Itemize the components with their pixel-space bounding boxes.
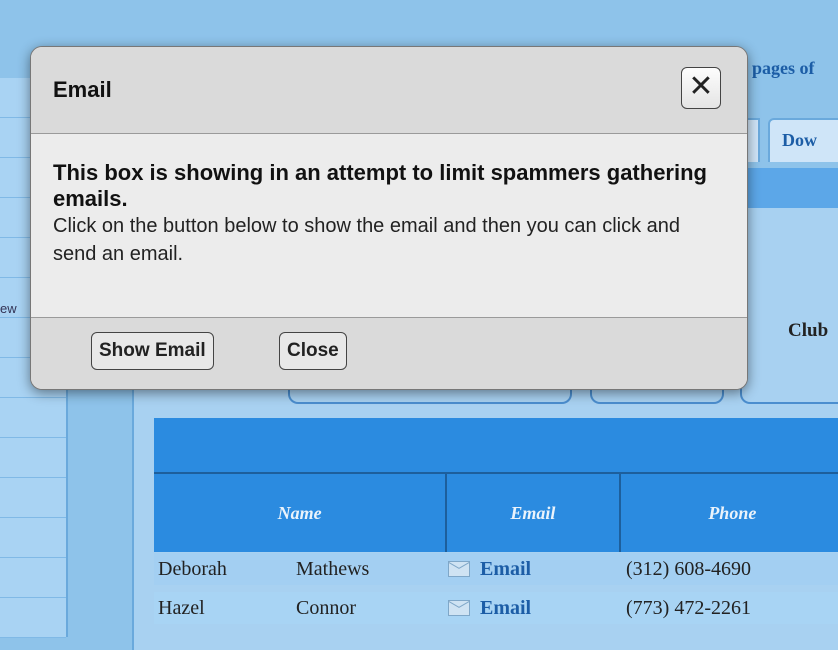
email-protection-dialog: Email ✕ This box is showing in an attemp…: [30, 46, 748, 390]
table-row: Deborah Mathews Email (312) 608-4690: [154, 553, 838, 585]
phone-cell: (312) 608-4690: [626, 557, 751, 580]
first-name-cell: Hazel: [158, 596, 205, 619]
club-label: Club: [788, 320, 829, 341]
last-name-cell: Connor: [296, 596, 356, 619]
table-row: Hazel Connor Email (773) 472-2261: [154, 592, 838, 624]
first-name-cell: Deborah: [158, 557, 227, 580]
dialog-footer: Show Email Close: [31, 317, 747, 389]
table-title-band: [154, 418, 838, 472]
envelope-icon: [448, 600, 470, 616]
column-header-phone[interactable]: Phone: [621, 474, 838, 552]
column-header-name[interactable]: Name: [154, 474, 448, 552]
column-header-email[interactable]: Email: [447, 474, 621, 552]
table-header: Name Email Phone: [154, 472, 838, 552]
show-email-button[interactable]: Show Email: [91, 332, 214, 370]
close-icon[interactable]: ✕: [681, 67, 721, 109]
dialog-body: This box is showing in an attempt to lim…: [31, 134, 747, 278]
tab-download[interactable]: Dow: [768, 118, 838, 162]
email-cell: Email: [446, 558, 618, 581]
dialog-title-bar: Email ✕: [31, 47, 747, 134]
filter-button-3[interactable]: [740, 366, 838, 404]
dialog-message-heading: This box is showing in an attempt to lim…: [53, 160, 707, 211]
sidebar-text-fragment: ew: [0, 301, 17, 316]
pages-link-fragment[interactable]: pages of: [752, 58, 815, 79]
dialog-message-text: Click on the button below to show the em…: [53, 215, 681, 265]
phone-cell: (773) 472-2261: [626, 596, 751, 619]
email-link[interactable]: Email: [480, 558, 531, 581]
tab-edge[interactable]: [746, 118, 760, 162]
envelope-icon: [448, 561, 470, 577]
dialog-title: Email: [53, 77, 112, 102]
email-link[interactable]: Email: [480, 597, 531, 620]
close-button[interactable]: Close: [279, 332, 347, 370]
email-cell: Email: [446, 597, 618, 620]
last-name-cell: Mathews: [296, 557, 370, 580]
